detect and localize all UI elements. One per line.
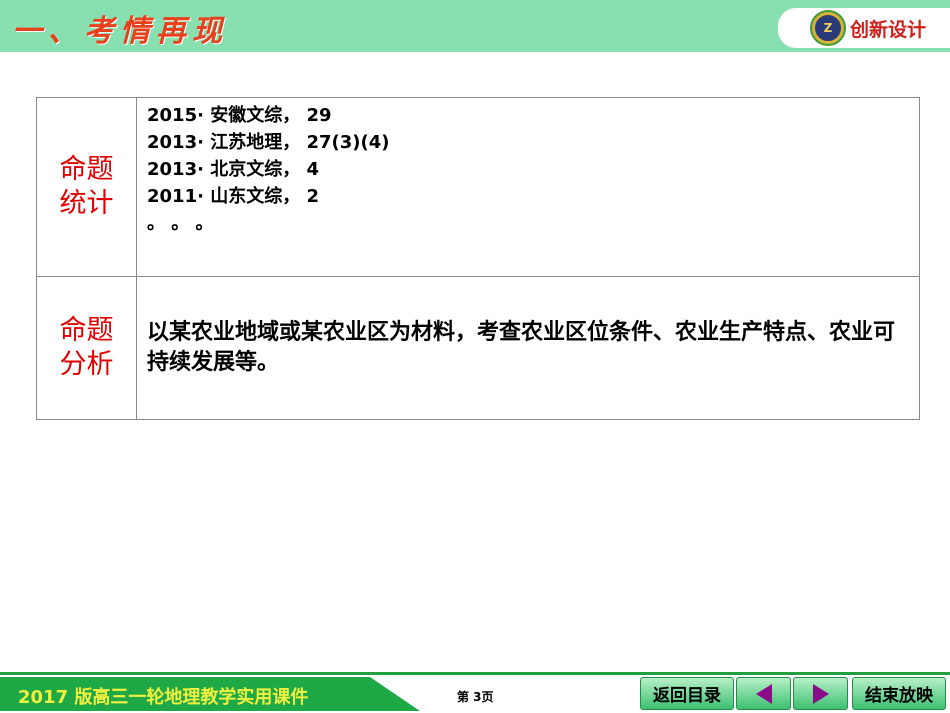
back-to-contents-button[interactable]: 返回目录 — [640, 677, 734, 710]
table-row: 命题 统计 2015· 安徽文综， 29 2013· 江苏地理， 27(3)(4)… — [36, 97, 920, 277]
logo: Z 创新设计 — [778, 8, 950, 48]
label-line: 命题 — [59, 315, 114, 346]
list-item: 2011· 山东文综， 2 — [147, 186, 319, 207]
list-item: 。 。 。 — [147, 213, 214, 234]
prev-slide-button[interactable] — [736, 677, 791, 710]
label-line: 分析 — [59, 349, 114, 380]
arrow-left-icon — [755, 683, 772, 704]
arrow-right-icon — [812, 683, 829, 704]
header-band: 一、考情再现 Z 创新设计 — [0, 0, 950, 52]
footer-divider — [0, 672, 950, 675]
statistics-list: 2015· 安徽文综， 29 2013· 江苏地理， 27(3)(4) 2013… — [136, 97, 920, 277]
list-item: 2013· 北京文综， 4 — [147, 159, 319, 180]
end-show-button[interactable]: 结束放映 — [852, 677, 946, 710]
next-slide-button[interactable] — [793, 677, 848, 710]
course-title: 2017 版高三一轮地理教学实用课件 — [18, 687, 309, 708]
logo-text: 创新设计 — [850, 18, 927, 41]
row-label-statistics: 命题 统计 — [36, 97, 137, 277]
slide-title: 一、考情再现 — [12, 14, 228, 49]
list-item: 2015· 安徽文综， 29 — [147, 105, 332, 126]
analysis-text: 以某农业地域或某农业区为材料，考查农业区位条件、农业生产特点、农业可持续发展等。 — [136, 276, 920, 420]
exam-table: 命题 统计 2015· 安徽文综， 29 2013· 江苏地理， 27(3)(4)… — [36, 97, 920, 420]
page-number: 第 3页 — [457, 690, 494, 704]
row-label-analysis: 命题 分析 — [36, 276, 137, 420]
table-row: 命题 分析 以某农业地域或某农业区为材料，考查农业区位条件、农业生产特点、农业可持… — [36, 276, 920, 420]
logo-emblem-icon: Z — [812, 12, 844, 44]
label-line: 统计 — [59, 188, 114, 219]
list-item: 2013· 江苏地理， 27(3)(4) — [147, 132, 390, 153]
label-line: 命题 — [59, 154, 114, 185]
